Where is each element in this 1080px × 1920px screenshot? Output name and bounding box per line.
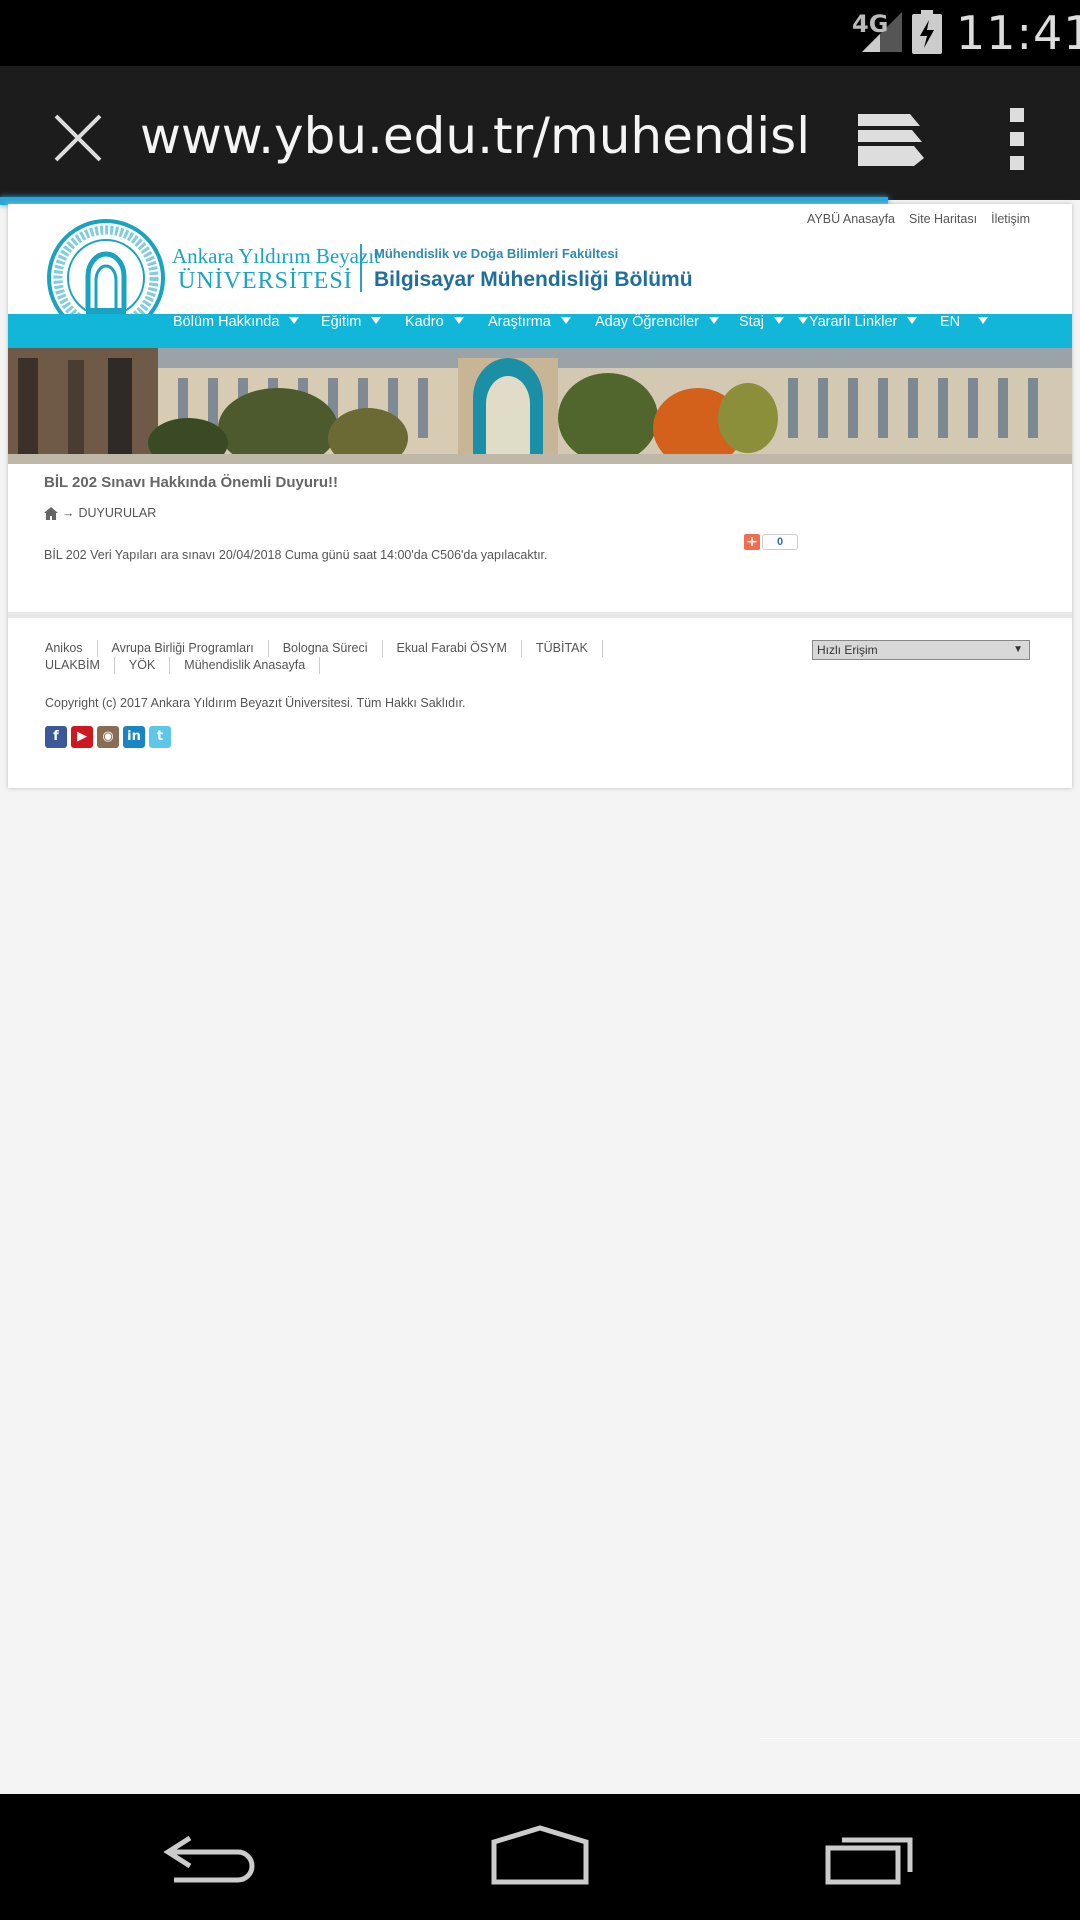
dropdown-caret-icon — [453, 317, 464, 324]
campus-banner-image — [8, 348, 1072, 464]
divider — [760, 1738, 1080, 1739]
nav-item-education[interactable]: Eğitim — [321, 314, 382, 348]
faculty-title[interactable]: Mühendislik ve Doğa Bilimleri Fakültesi — [374, 246, 618, 261]
dropdown-caret-icon — [978, 317, 989, 324]
footer-link[interactable]: Mühendislik Anasayfa — [184, 657, 321, 674]
browser-toolbar: www.ybu.edu.tr/muhendislik/bi — [0, 66, 1080, 200]
share-plus-icon[interactable]: + — [744, 534, 760, 550]
nav-item-research[interactable]: Araştırma — [488, 314, 571, 348]
nav-item-about[interactable]: Bölüm Hakkında — [173, 314, 300, 348]
dropdown-caret-icon — [560, 317, 571, 324]
clock: 11:41 — [956, 6, 1080, 60]
article-body: BİL 202 Veri Yapıları ara sınavı 20/04/2… — [44, 548, 548, 562]
overflow-menu-icon[interactable] — [1008, 106, 1026, 172]
top-link-home[interactable]: AYBÜ Anasayfa — [807, 212, 895, 226]
nav-item-staff[interactable]: Kadro — [405, 314, 464, 348]
quick-access-label: Hızlı Erişim — [817, 643, 878, 657]
top-link-contact[interactable]: İletişim — [991, 212, 1030, 226]
chevron-down-icon: ▼ — [1013, 644, 1023, 655]
network-type: 4G — [852, 10, 889, 38]
battery-charging-icon — [912, 10, 942, 54]
header-divider — [360, 244, 362, 292]
quick-access-select[interactable]: Hızlı Erişim ▼ — [812, 640, 1030, 660]
footer-link[interactable]: Avrupa Birliği Programları — [112, 640, 269, 657]
dropdown-caret-icon — [708, 317, 719, 324]
instagram-icon[interactable]: ◉ — [97, 726, 119, 748]
youtube-icon[interactable]: ▶ — [71, 726, 93, 748]
nav-item-language[interactable]: EN — [940, 314, 989, 348]
footer-link[interactable]: Anikos — [45, 640, 98, 657]
dropdown-caret-icon — [774, 317, 784, 324]
url-bar[interactable]: www.ybu.edu.tr/muhendislik/bi — [140, 106, 812, 166]
home-button-icon[interactable] — [490, 1824, 590, 1890]
linkedin-icon[interactable]: in — [123, 726, 145, 748]
nav-item-internship[interactable]: Staj — [739, 314, 808, 348]
footer-link[interactable]: Ekual Farabi ÖSYM — [397, 640, 522, 657]
dropdown-caret-icon — [798, 317, 808, 324]
department-title[interactable]: Bilgisayar Mühendisliği Bölümü — [374, 268, 693, 292]
web-page: Ankara Yıldırım Beyazıt ÜNİVERSİTESİ Müh… — [8, 204, 1072, 788]
footer-link[interactable]: TÜBİTAK — [536, 640, 603, 657]
main-nav: Bölüm Hakkında Eğitim Kadro Araştırma Ad… — [8, 314, 1072, 348]
footer-link[interactable]: YÖK — [129, 657, 171, 674]
breadcrumb-arrow: → — [62, 506, 75, 520]
footer-link[interactable]: Bologna Süreci — [283, 640, 383, 657]
social-links: f ▶ ◉ in t — [45, 726, 171, 748]
footer-divider — [8, 612, 1072, 618]
footer-links: Anikos Avrupa Birliği Programları Bologna … — [45, 640, 645, 674]
screen: 4G 11:41 www.ybu.edu.tr/muhendislik/bi — [0, 0, 1080, 1920]
recent-apps-icon[interactable] — [822, 1824, 922, 1890]
status-bar: 4G 11:41 — [0, 0, 1080, 66]
logo-text-line1: Ankara Yıldırım Beyazıt — [172, 244, 380, 268]
share-count: 0 — [762, 534, 799, 550]
nav-item-useful-links[interactable]: Yararlı Linkler — [809, 314, 918, 348]
footer-link[interactable]: ULAKBİM — [45, 657, 115, 674]
breadcrumb-item[interactable]: DUYURULAR — [79, 506, 157, 520]
close-icon[interactable] — [50, 110, 106, 166]
share-widget[interactable]: + 0 — [744, 534, 799, 550]
breadcrumb: → DUYURULAR — [44, 506, 156, 520]
facebook-icon[interactable]: f — [45, 726, 67, 748]
back-icon[interactable] — [160, 1824, 260, 1890]
copyright-text: Copyright (c) 2017 Ankara Yıldırım Beyaz… — [45, 696, 466, 710]
twitter-icon[interactable]: t — [149, 726, 171, 748]
top-link-sitemap[interactable]: Site Haritası — [909, 212, 977, 226]
tabs-icon[interactable] — [858, 110, 924, 166]
logo-text-line2: ÜNİVERSİTESİ — [178, 268, 353, 294]
home-icon[interactable] — [44, 506, 58, 520]
nav-item-prospective-students[interactable]: Aday Öğrenciler — [595, 314, 719, 348]
article-title: BİL 202 Sınavı Hakkında Önemli Duyuru!! — [44, 474, 338, 491]
dropdown-caret-icon — [289, 317, 300, 324]
dropdown-caret-icon — [371, 317, 382, 324]
system-nav-bar — [0, 1794, 1080, 1920]
top-links: AYBÜ Anasayfa Site Haritası İletişim — [807, 212, 1030, 226]
dropdown-caret-icon — [907, 317, 918, 324]
